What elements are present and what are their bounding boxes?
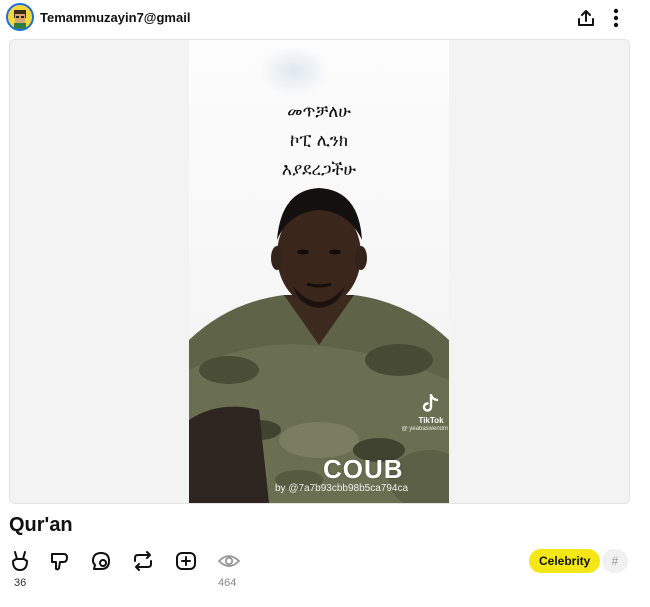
add-to-collection-button[interactable] <box>173 549 199 573</box>
tiktok-label: TikTok <box>418 416 444 425</box>
like-icon <box>12 551 28 571</box>
share-icon <box>578 10 594 26</box>
likes-count: 36 <box>14 577 27 589</box>
like-button[interactable] <box>7 549 33 573</box>
video-player[interactable]: መጥቻለሁ ኮፒ ሊንክ እያደረጋችሁ TikTok @ yeabaswend… <box>9 39 630 504</box>
views-indicator <box>216 549 242 573</box>
recoub-icon <box>134 551 152 571</box>
username[interactable]: Temammuzayin7@gmail <box>40 10 190 25</box>
video-byline: by @7a7b93cbb98b5ca794ca <box>275 483 409 494</box>
tiktok-handle: @ yeabaswendm <box>401 426 448 432</box>
comment-button[interactable] <box>88 549 114 573</box>
dislike-button[interactable] <box>46 549 72 573</box>
plus-square-icon <box>176 552 196 570</box>
more-options-button[interactable] <box>604 6 628 30</box>
post-actions-bar: 36 464 Celebrity # <box>0 545 650 595</box>
share-button[interactable] <box>573 6 599 30</box>
video-frame[interactable]: መጥቻለሁ ኮፒ ሊንክ እያደረጋችሁ TikTok @ yeabaswend… <box>189 40 449 503</box>
views-count: 464 <box>218 577 237 589</box>
comment-icon <box>92 552 110 570</box>
tiktok-watermark: TikTok @ yeabaswendm <box>402 393 448 432</box>
coub-logo: COUB <box>323 454 404 484</box>
post-title: Qur'an <box>9 514 73 536</box>
avatar[interactable] <box>6 3 34 31</box>
tags-more-button[interactable]: # <box>602 549 628 573</box>
tag-celebrity[interactable]: Celebrity <box>529 549 601 573</box>
tiktok-icon <box>422 393 439 412</box>
more-vertical-icon <box>613 8 619 28</box>
video-person-image <box>189 188 449 503</box>
dislike-icon <box>51 553 68 571</box>
eye-icon <box>217 555 241 567</box>
post-header: Temammuzayin7@gmail <box>0 0 650 38</box>
recoub-button[interactable] <box>130 549 156 573</box>
